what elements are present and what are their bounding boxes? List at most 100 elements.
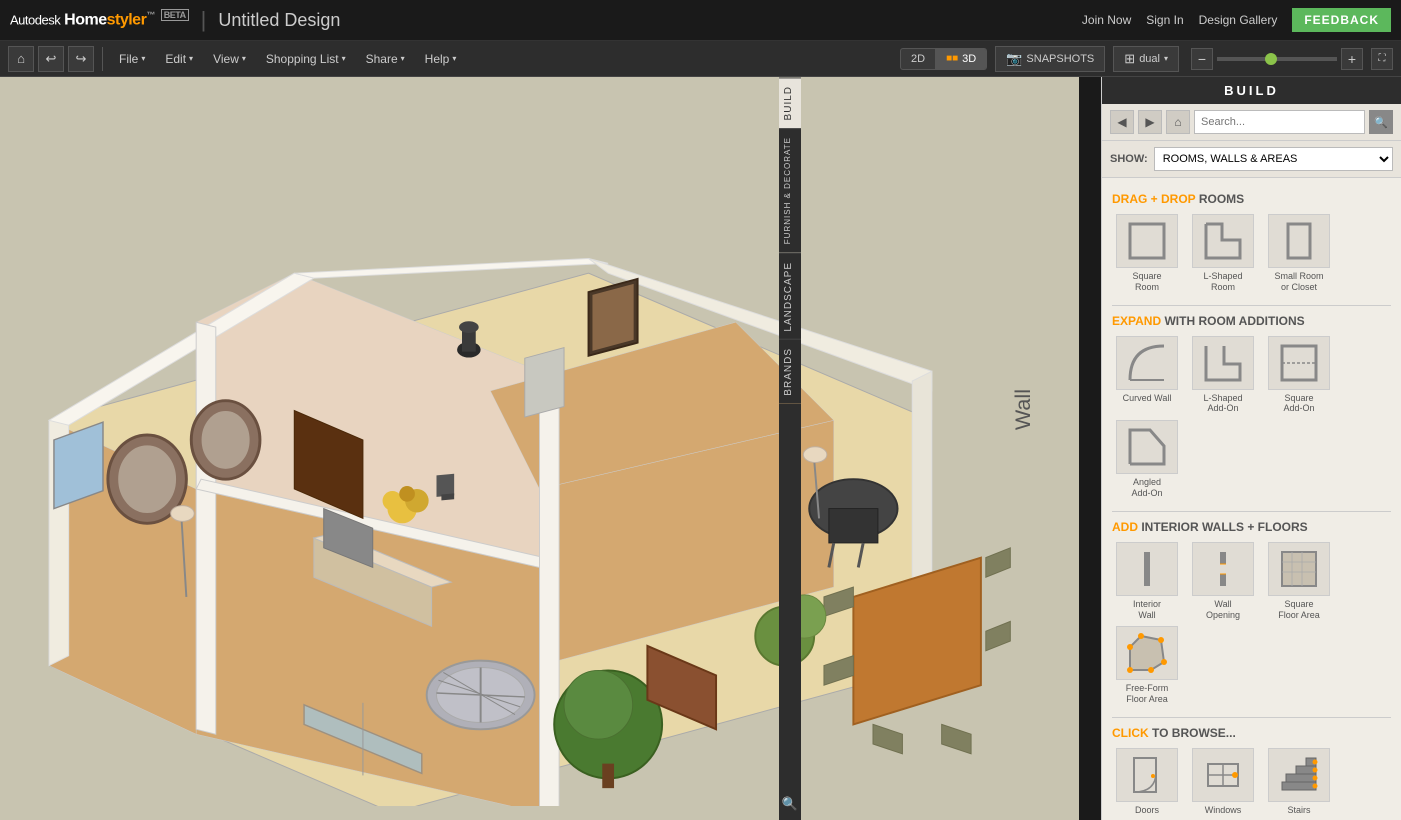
logo-area: Autodesk Homestyler™ BETA | Untitled Des… bbox=[10, 7, 1082, 33]
right-panel: BUILD ◀ ▶ ⌂ 🔍 SHOW: ROOMS, WALLS & AREAS… bbox=[1101, 77, 1401, 820]
interior-header: ADD INTERIOR WALLS + FLOORS bbox=[1112, 520, 1391, 534]
small-room-card[interactable]: Small Roomor Closet bbox=[1264, 214, 1334, 293]
wall-opening-card[interactable]: WallOpening bbox=[1188, 542, 1258, 621]
stairs-icon bbox=[1268, 748, 1330, 802]
freeform-floor-label: Free-FormFloor Area bbox=[1126, 683, 1169, 705]
interior-normal: INTERIOR WALLS + FLOORS bbox=[1141, 520, 1307, 534]
divider-2 bbox=[1112, 511, 1391, 512]
furnish-tab[interactable]: FURNISH & DECORATE bbox=[779, 128, 801, 252]
right-area: BUILD FURNISH & DECORATE LANDSCAPE BRAND… bbox=[1079, 77, 1401, 820]
drag-drop-highlight: DRAG + DROP bbox=[1112, 192, 1195, 206]
view-menu[interactable]: View▾ bbox=[205, 48, 254, 70]
zoom-thumb bbox=[1265, 53, 1277, 65]
toolbar-sep-1 bbox=[102, 47, 103, 71]
help-menu[interactable]: Help▾ bbox=[417, 48, 465, 70]
edit-menu[interactable]: Edit▾ bbox=[157, 48, 201, 70]
square-room-card[interactable]: SquareRoom bbox=[1112, 214, 1182, 293]
design-title[interactable]: Untitled Design bbox=[218, 10, 340, 31]
windows-label: Windows bbox=[1205, 805, 1242, 816]
interior-wall-card[interactable]: InteriorWall bbox=[1112, 542, 1182, 621]
browse-header: CLICK TO BROWSE... bbox=[1112, 726, 1391, 740]
2d-3d-toggle: 2D ■■ 3D bbox=[900, 48, 987, 70]
panel-back-btn[interactable]: ◀ bbox=[1110, 110, 1134, 134]
feedback-button[interactable]: FEEDBACK bbox=[1292, 8, 1391, 32]
main-toolbar: ⌂ ↩ ↪ File▾ Edit▾ View▾ Shopping List▾ S… bbox=[0, 41, 1401, 77]
side-tabs: BUILD FURNISH & DECORATE LANDSCAPE BRAND… bbox=[779, 77, 801, 820]
logo: Autodesk Homestyler™ BETA bbox=[10, 10, 189, 29]
2d-btn[interactable]: 2D bbox=[901, 49, 935, 69]
panel-content: DRAG + DROP ROOMS SquareRoom bbox=[1102, 178, 1401, 820]
dual-btn[interactable]: ⊞ dual ▾ bbox=[1113, 46, 1179, 72]
zoom-in-btn[interactable]: + bbox=[1341, 48, 1363, 70]
browse-grid: Doors Windows bbox=[1112, 748, 1391, 820]
panel-navigation: ◀ ▶ ⌂ 🔍 bbox=[1102, 104, 1401, 141]
interior-grid: InteriorWall WallOpening bbox=[1112, 542, 1391, 705]
angled-addon-card[interactable]: AngledAdd-On bbox=[1112, 420, 1182, 499]
angled-addon-label: AngledAdd-On bbox=[1131, 477, 1162, 499]
square-room-label: SquareRoom bbox=[1132, 271, 1161, 293]
show-label: SHOW: bbox=[1110, 153, 1148, 165]
fullscreen-btn[interactable]: ⛶ bbox=[1371, 48, 1393, 70]
build-tab[interactable]: BUILD bbox=[779, 77, 801, 128]
share-menu[interactable]: Share▾ bbox=[358, 48, 413, 70]
curved-wall-card[interactable]: Curved Wall bbox=[1112, 336, 1182, 415]
home-toolbar-btn[interactable]: ⌂ bbox=[8, 46, 34, 72]
l-shaped-addon-icon bbox=[1192, 336, 1254, 390]
join-now-link[interactable]: Join Now bbox=[1082, 13, 1131, 27]
windows-card[interactable]: Windows bbox=[1188, 748, 1258, 816]
undo-btn[interactable]: ↩ bbox=[38, 46, 64, 72]
doors-card[interactable]: Doors bbox=[1112, 748, 1182, 816]
l-shaped-room-label: L-ShapedRoom bbox=[1203, 271, 1242, 293]
autodesk-text: Autodesk bbox=[10, 13, 60, 28]
title-divider: | bbox=[201, 7, 207, 33]
expand-header: EXPAND WITH ROOM ADDITIONS bbox=[1112, 314, 1391, 328]
expand-highlight: EXPAND bbox=[1112, 314, 1161, 328]
panel-home-btn[interactable]: ⌂ bbox=[1166, 110, 1190, 134]
angled-addon-icon bbox=[1116, 420, 1178, 474]
square-addon-icon bbox=[1268, 336, 1330, 390]
sign-in-link[interactable]: Sign In bbox=[1146, 13, 1183, 27]
show-dropdown[interactable]: ROOMS, WALLS & AREAS ALL ROOMS ONLY bbox=[1154, 147, 1393, 171]
3d-btn[interactable]: ■■ 3D bbox=[936, 49, 986, 69]
square-floor-card[interactable]: SquareFloor Area bbox=[1264, 542, 1334, 621]
interior-highlight: ADD bbox=[1112, 520, 1138, 534]
square-floor-label: SquareFloor Area bbox=[1278, 599, 1320, 621]
windows-icon bbox=[1192, 748, 1254, 802]
panel-search-btn[interactable]: 🔍 bbox=[1369, 110, 1393, 134]
browse-highlight: CLICK bbox=[1112, 726, 1149, 740]
small-room-icon bbox=[1268, 214, 1330, 268]
canvas-area[interactable]: ↺ ▲ ✛ ▼ ↻ bbox=[0, 77, 1079, 820]
panel-forward-btn[interactable]: ▶ bbox=[1138, 110, 1162, 134]
l-shaped-addon-card[interactable]: L-ShapedAdd-On bbox=[1188, 336, 1258, 415]
zoom-slider[interactable] bbox=[1217, 57, 1337, 61]
panel-search-input[interactable] bbox=[1194, 110, 1365, 134]
stairs-label: Stairs bbox=[1287, 805, 1310, 816]
trademark: ™ bbox=[146, 10, 155, 20]
wall-opening-label: WallOpening bbox=[1206, 599, 1240, 621]
snapshots-btn[interactable]: 📷 SNAPSHOTS bbox=[995, 46, 1105, 72]
landscape-tab[interactable]: LANDSCAPE bbox=[779, 253, 801, 340]
design-gallery-link[interactable]: Design Gallery bbox=[1199, 13, 1278, 27]
redo-btn[interactable]: ↪ bbox=[68, 46, 94, 72]
drag-drop-grid: SquareRoom L-ShapedRoom bbox=[1112, 214, 1391, 293]
drag-drop-header: DRAG + DROP ROOMS bbox=[1112, 192, 1391, 206]
shopping-list-menu[interactable]: Shopping List▾ bbox=[258, 48, 354, 70]
brands-tab[interactable]: BRANDS bbox=[779, 339, 801, 404]
browse-normal: TO BROWSE... bbox=[1152, 726, 1236, 740]
square-addon-card[interactable]: SquareAdd-On bbox=[1264, 336, 1334, 415]
side-tab-search[interactable]: 🔍 bbox=[779, 404, 801, 820]
svg-text:Wall: Wall bbox=[1010, 389, 1035, 430]
file-menu[interactable]: File▾ bbox=[111, 48, 153, 70]
interior-wall-icon bbox=[1116, 542, 1178, 596]
square-floor-icon bbox=[1268, 542, 1330, 596]
zoom-out-btn[interactable]: − bbox=[1191, 48, 1213, 70]
freeform-floor-card[interactable]: Free-FormFloor Area bbox=[1112, 626, 1182, 705]
curved-wall-icon bbox=[1116, 336, 1178, 390]
zoom-controls: − + ⛶ bbox=[1191, 48, 1393, 70]
interior-wall-label: InteriorWall bbox=[1133, 599, 1161, 621]
stairs-card[interactable]: Stairs bbox=[1264, 748, 1334, 816]
freeform-floor-icon bbox=[1116, 626, 1178, 680]
square-addon-label: SquareAdd-On bbox=[1283, 393, 1314, 415]
l-shaped-room-card[interactable]: L-ShapedRoom bbox=[1188, 214, 1258, 293]
doors-icon bbox=[1116, 748, 1178, 802]
